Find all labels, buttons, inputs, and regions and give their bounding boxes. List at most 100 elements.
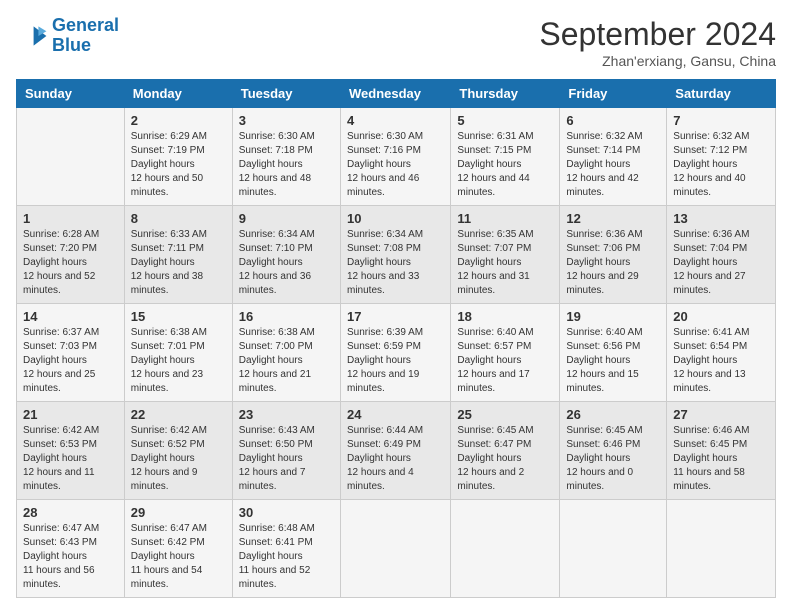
calendar-day-11: 11 Sunrise: 6:35 AM Sunset: 7:07 PM Dayl… — [451, 206, 560, 304]
calendar-day-14: 14 Sunrise: 6:37 AM Sunset: 7:03 PM Dayl… — [17, 304, 125, 402]
empty-cell — [667, 500, 776, 598]
calendar-day-23: 23 Sunrise: 6:43 AM Sunset: 6:50 PM Dayl… — [232, 402, 340, 500]
calendar-day-26: 26 Sunrise: 6:45 AM Sunset: 6:46 PM Dayl… — [560, 402, 667, 500]
calendar-day-2: 2 Sunrise: 6:29 AM Sunset: 7:19 PM Dayli… — [124, 108, 232, 206]
day-number: 24 — [347, 407, 444, 422]
day-number: 5 — [457, 113, 553, 128]
day-info: Sunrise: 6:47 AM Sunset: 6:43 PM Dayligh… — [23, 522, 118, 592]
day-number: 12 — [566, 211, 660, 226]
day-number: 21 — [23, 407, 118, 422]
day-info: Sunrise: 6:39 AM Sunset: 6:59 PM Dayligh… — [347, 326, 444, 396]
day-number: 27 — [673, 407, 769, 422]
calendar-day-25: 25 Sunrise: 6:45 AM Sunset: 6:47 PM Dayl… — [451, 402, 560, 500]
calendar-day-8: 8 Sunrise: 6:33 AM Sunset: 7:11 PM Dayli… — [124, 206, 232, 304]
day-info: Sunrise: 6:34 AM Sunset: 7:08 PM Dayligh… — [347, 228, 444, 298]
location-subtitle: Zhan'erxiang, Gansu, China — [539, 53, 776, 69]
day-info: Sunrise: 6:42 AM Sunset: 6:52 PM Dayligh… — [131, 424, 226, 494]
day-number: 13 — [673, 211, 769, 226]
day-number: 18 — [457, 309, 553, 324]
empty-cell — [340, 500, 450, 598]
day-number: 1 — [23, 211, 118, 226]
day-number: 7 — [673, 113, 769, 128]
calendar-day-28: 28 Sunrise: 6:47 AM Sunset: 6:43 PM Dayl… — [17, 500, 125, 598]
empty-cell — [451, 500, 560, 598]
calendar-week-5: 28 Sunrise: 6:47 AM Sunset: 6:43 PM Dayl… — [17, 500, 776, 598]
calendar-table: SundayMondayTuesdayWednesdayThursdayFrid… — [16, 79, 776, 598]
day-info: Sunrise: 6:48 AM Sunset: 6:41 PM Dayligh… — [239, 522, 334, 592]
day-number: 23 — [239, 407, 334, 422]
day-number: 4 — [347, 113, 444, 128]
day-info: Sunrise: 6:30 AM Sunset: 7:18 PM Dayligh… — [239, 130, 334, 200]
calendar-week-2: 1 Sunrise: 6:28 AM Sunset: 7:20 PM Dayli… — [17, 206, 776, 304]
day-info: Sunrise: 6:31 AM Sunset: 7:15 PM Dayligh… — [457, 130, 553, 200]
page-header: General Blue September 2024 Zhan'erxiang… — [16, 16, 776, 69]
day-number: 29 — [131, 505, 226, 520]
calendar-day-18: 18 Sunrise: 6:40 AM Sunset: 6:57 PM Dayl… — [451, 304, 560, 402]
day-header-thursday: Thursday — [451, 80, 560, 108]
day-number: 28 — [23, 505, 118, 520]
day-number: 26 — [566, 407, 660, 422]
calendar-day-9: 9 Sunrise: 6:34 AM Sunset: 7:10 PM Dayli… — [232, 206, 340, 304]
day-info: Sunrise: 6:32 AM Sunset: 7:14 PM Dayligh… — [566, 130, 660, 200]
day-number: 3 — [239, 113, 334, 128]
day-number: 8 — [131, 211, 226, 226]
day-info: Sunrise: 6:43 AM Sunset: 6:50 PM Dayligh… — [239, 424, 334, 494]
day-number: 11 — [457, 211, 553, 226]
day-info: Sunrise: 6:42 AM Sunset: 6:53 PM Dayligh… — [23, 424, 118, 494]
logo-icon — [16, 20, 48, 52]
title-section: September 2024 Zhan'erxiang, Gansu, Chin… — [539, 16, 776, 69]
day-number: 22 — [131, 407, 226, 422]
day-number: 2 — [131, 113, 226, 128]
day-info: Sunrise: 6:40 AM Sunset: 6:56 PM Dayligh… — [566, 326, 660, 396]
day-number: 10 — [347, 211, 444, 226]
calendar-day-22: 22 Sunrise: 6:42 AM Sunset: 6:52 PM Dayl… — [124, 402, 232, 500]
calendar-day-5: 5 Sunrise: 6:31 AM Sunset: 7:15 PM Dayli… — [451, 108, 560, 206]
day-info: Sunrise: 6:45 AM Sunset: 6:46 PM Dayligh… — [566, 424, 660, 494]
calendar-day-7: 7 Sunrise: 6:32 AM Sunset: 7:12 PM Dayli… — [667, 108, 776, 206]
day-info: Sunrise: 6:47 AM Sunset: 6:42 PM Dayligh… — [131, 522, 226, 592]
logo-text: General Blue — [52, 16, 119, 56]
day-info: Sunrise: 6:37 AM Sunset: 7:03 PM Dayligh… — [23, 326, 118, 396]
calendar-day-20: 20 Sunrise: 6:41 AM Sunset: 6:54 PM Dayl… — [667, 304, 776, 402]
day-number: 16 — [239, 309, 334, 324]
calendar-day-29: 29 Sunrise: 6:47 AM Sunset: 6:42 PM Dayl… — [124, 500, 232, 598]
day-info: Sunrise: 6:38 AM Sunset: 7:00 PM Dayligh… — [239, 326, 334, 396]
calendar-day-30: 30 Sunrise: 6:48 AM Sunset: 6:41 PM Dayl… — [232, 500, 340, 598]
month-title: September 2024 — [539, 16, 776, 53]
day-number: 15 — [131, 309, 226, 324]
day-info: Sunrise: 6:34 AM Sunset: 7:10 PM Dayligh… — [239, 228, 334, 298]
calendar-day-1: 1 Sunrise: 6:28 AM Sunset: 7:20 PM Dayli… — [17, 206, 125, 304]
day-info: Sunrise: 6:35 AM Sunset: 7:07 PM Dayligh… — [457, 228, 553, 298]
day-info: Sunrise: 6:28 AM Sunset: 7:20 PM Dayligh… — [23, 228, 118, 298]
day-info: Sunrise: 6:40 AM Sunset: 6:57 PM Dayligh… — [457, 326, 553, 396]
day-number: 6 — [566, 113, 660, 128]
calendar-day-3: 3 Sunrise: 6:30 AM Sunset: 7:18 PM Dayli… — [232, 108, 340, 206]
day-number: 14 — [23, 309, 118, 324]
day-info: Sunrise: 6:44 AM Sunset: 6:49 PM Dayligh… — [347, 424, 444, 494]
day-header-sunday: Sunday — [17, 80, 125, 108]
day-info: Sunrise: 6:45 AM Sunset: 6:47 PM Dayligh… — [457, 424, 553, 494]
day-info: Sunrise: 6:41 AM Sunset: 6:54 PM Dayligh… — [673, 326, 769, 396]
day-info: Sunrise: 6:36 AM Sunset: 7:04 PM Dayligh… — [673, 228, 769, 298]
day-info: Sunrise: 6:29 AM Sunset: 7:19 PM Dayligh… — [131, 130, 226, 200]
calendar-day-4: 4 Sunrise: 6:30 AM Sunset: 7:16 PM Dayli… — [340, 108, 450, 206]
day-number: 25 — [457, 407, 553, 422]
day-header-wednesday: Wednesday — [340, 80, 450, 108]
day-info: Sunrise: 6:33 AM Sunset: 7:11 PM Dayligh… — [131, 228, 226, 298]
day-info: Sunrise: 6:36 AM Sunset: 7:06 PM Dayligh… — [566, 228, 660, 298]
day-number: 30 — [239, 505, 334, 520]
day-header-tuesday: Tuesday — [232, 80, 340, 108]
day-header-friday: Friday — [560, 80, 667, 108]
day-number: 9 — [239, 211, 334, 226]
empty-cell — [17, 108, 125, 206]
calendar-day-10: 10 Sunrise: 6:34 AM Sunset: 7:08 PM Dayl… — [340, 206, 450, 304]
calendar-day-16: 16 Sunrise: 6:38 AM Sunset: 7:00 PM Dayl… — [232, 304, 340, 402]
empty-cell — [560, 500, 667, 598]
calendar-day-24: 24 Sunrise: 6:44 AM Sunset: 6:49 PM Dayl… — [340, 402, 450, 500]
calendar-week-4: 21 Sunrise: 6:42 AM Sunset: 6:53 PM Dayl… — [17, 402, 776, 500]
calendar-day-15: 15 Sunrise: 6:38 AM Sunset: 7:01 PM Dayl… — [124, 304, 232, 402]
calendar-day-6: 6 Sunrise: 6:32 AM Sunset: 7:14 PM Dayli… — [560, 108, 667, 206]
calendar-day-13: 13 Sunrise: 6:36 AM Sunset: 7:04 PM Dayl… — [667, 206, 776, 304]
day-header-monday: Monday — [124, 80, 232, 108]
logo: General Blue — [16, 16, 119, 56]
